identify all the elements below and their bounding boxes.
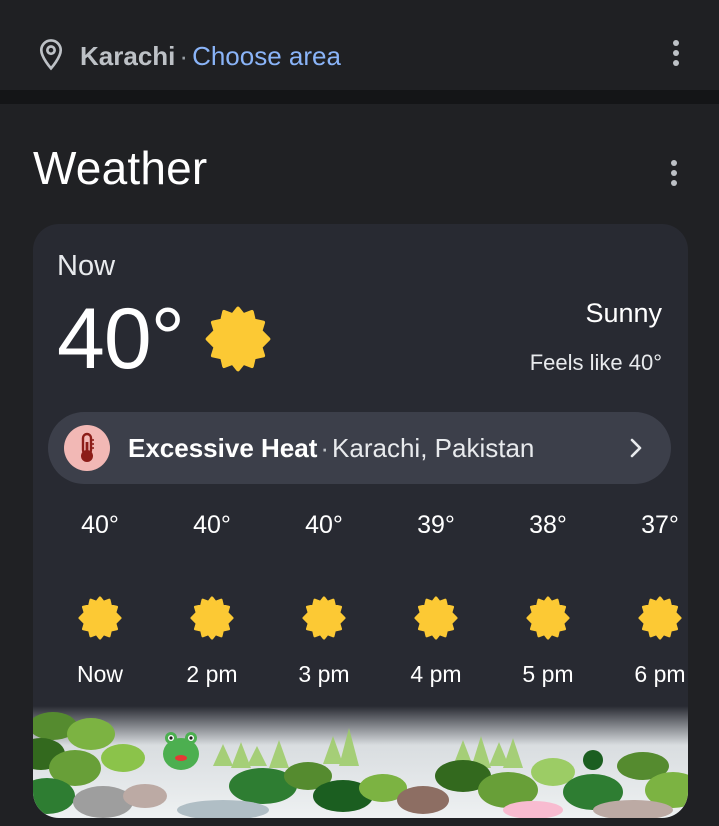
alert-separator: ·: [320, 433, 330, 463]
hourly-item[interactable]: 40° 2 pm: [167, 510, 257, 688]
location-pin-icon: [39, 39, 63, 71]
sun-icon: [526, 596, 570, 640]
sun-icon: [78, 596, 122, 640]
weather-card[interactable]: Now 40° Sunny Feels like 40° Excessive H…: [33, 224, 688, 818]
hourly-time: 3 pm: [298, 661, 350, 687]
sun-icon: [302, 596, 346, 640]
heat-alert-chip[interactable]: Excessive Heat · Karachi, Pakistan: [48, 412, 671, 484]
alert-title: Excessive Heat: [128, 433, 318, 463]
alert-location: Karachi, Pakistan: [332, 433, 535, 463]
sun-icon: [190, 596, 234, 640]
location-more-options-icon[interactable]: [670, 40, 682, 70]
alert-text: Excessive Heat · Karachi, Pakistan: [128, 433, 534, 463]
feels-like-text: Feels like 40°: [529, 350, 662, 375]
weather-title: Weather: [33, 142, 208, 194]
condition-text: Sunny: [585, 298, 662, 328]
sun-icon: [414, 596, 458, 640]
thermometer-icon: [64, 425, 110, 471]
now-label: Now: [57, 250, 116, 282]
hourly-item[interactable]: 39° 4 pm: [391, 510, 481, 688]
hourly-temp: 39°: [417, 511, 455, 539]
hourly-time: 5 pm: [522, 661, 574, 687]
hourly-temp: 40°: [305, 511, 343, 539]
hourly-item[interactable]: 37° 6 pm: [615, 510, 688, 688]
section-divider: [0, 90, 719, 104]
hourly-item[interactable]: 40° Now: [55, 510, 145, 688]
hourly-time: Now: [76, 661, 123, 687]
landscape-illustration: [33, 706, 688, 818]
choose-area-link[interactable]: Choose area: [192, 41, 341, 71]
location-separator: ·: [179, 41, 189, 71]
hourly-temp: 40°: [81, 511, 119, 539]
hourly-time: 6 pm: [634, 661, 686, 687]
weather-more-options-icon[interactable]: [668, 160, 680, 190]
hourly-temp: 40°: [193, 511, 231, 539]
sun-icon: [205, 306, 271, 372]
sun-icon: [638, 596, 682, 640]
location-text: Karachi · Choose area: [80, 40, 341, 72]
hourly-temp: 38°: [529, 511, 567, 539]
hourly-time: 2 pm: [186, 661, 238, 687]
hourly-item[interactable]: 38° 5 pm: [503, 510, 593, 688]
hourly-temp: 37°: [641, 511, 679, 539]
current-temperature: 40°: [57, 291, 185, 387]
chevron-right-icon: [630, 438, 642, 458]
hourly-item[interactable]: 40° 3 pm: [279, 510, 369, 688]
hourly-time: 4 pm: [410, 661, 462, 687]
location-city: Karachi: [80, 41, 176, 71]
location-bar: Karachi · Choose area: [0, 0, 719, 90]
